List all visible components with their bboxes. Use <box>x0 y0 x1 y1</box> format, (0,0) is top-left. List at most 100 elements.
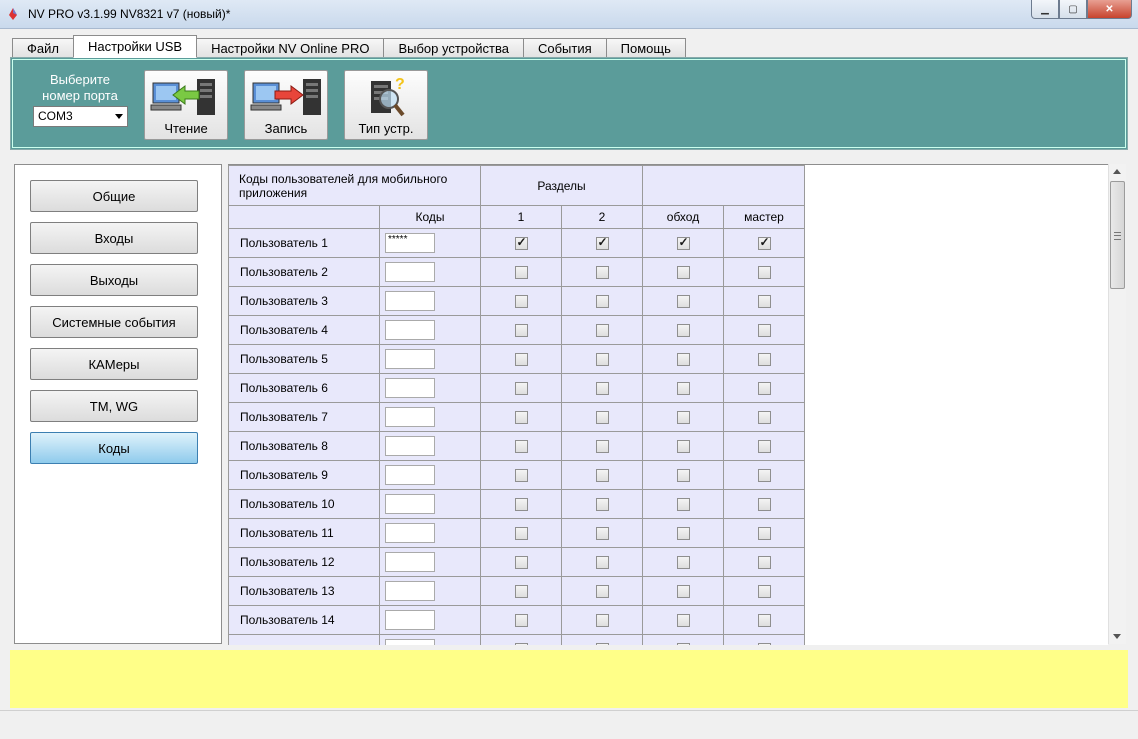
tab-device-select[interactable]: Выбор устройства <box>383 38 524 58</box>
nav-codes-button[interactable]: Коды <box>30 432 198 464</box>
section-2-checkbox[interactable] <box>595 352 609 366</box>
section-1-checkbox[interactable] <box>514 526 528 540</box>
code-input[interactable] <box>385 581 435 601</box>
bypass-checkbox[interactable] <box>676 584 690 598</box>
master-checkbox[interactable] <box>757 642 771 645</box>
master-checkbox[interactable] <box>757 468 771 482</box>
scroll-thumb[interactable] <box>1110 181 1125 289</box>
section-1-checkbox[interactable] <box>514 584 528 598</box>
write-button[interactable]: Запись <box>244 70 328 140</box>
section-1-checkbox[interactable] <box>514 235 528 250</box>
tab-nv-online-settings[interactable]: Настройки NV Online PRO <box>196 38 385 58</box>
section-2-checkbox[interactable] <box>595 584 609 598</box>
code-input[interactable] <box>385 552 435 572</box>
master-checkbox[interactable] <box>757 613 771 627</box>
code-input[interactable] <box>385 262 435 282</box>
master-checkbox[interactable] <box>757 584 771 598</box>
section-1-checkbox[interactable] <box>514 497 528 511</box>
bypass-checkbox[interactable] <box>676 468 690 482</box>
section-2-checkbox[interactable] <box>595 235 609 250</box>
section-2-checkbox[interactable] <box>595 294 609 308</box>
code-input[interactable] <box>385 494 435 514</box>
master-checkbox[interactable] <box>757 439 771 453</box>
section-2-checkbox[interactable] <box>595 468 609 482</box>
close-button[interactable]: ✕ <box>1087 0 1132 19</box>
read-button[interactable]: Чтение <box>144 70 228 140</box>
code-input[interactable] <box>385 320 435 340</box>
bypass-checkbox[interactable] <box>676 410 690 424</box>
bypass-checkbox[interactable] <box>676 497 690 511</box>
section-2-checkbox[interactable] <box>595 410 609 424</box>
nav-inputs-button[interactable]: Входы <box>30 222 198 254</box>
bypass-checkbox[interactable] <box>676 526 690 540</box>
bypass-checkbox[interactable] <box>676 613 690 627</box>
section-2-checkbox[interactable] <box>595 642 609 645</box>
bypass-checkbox[interactable] <box>676 294 690 308</box>
code-input[interactable] <box>385 639 435 645</box>
section-1-checkbox[interactable] <box>514 410 528 424</box>
bypass-checkbox[interactable] <box>676 381 690 395</box>
section-2-checkbox[interactable] <box>595 323 609 337</box>
section-1-checkbox[interactable] <box>514 352 528 366</box>
master-checkbox[interactable] <box>757 235 771 250</box>
section-1-checkbox[interactable] <box>514 555 528 569</box>
section-2-checkbox[interactable] <box>595 439 609 453</box>
device-type-button[interactable]: ? Тип устр. <box>344 70 428 140</box>
master-checkbox[interactable] <box>757 410 771 424</box>
section-2-checkbox[interactable] <box>595 526 609 540</box>
section-1-checkbox[interactable] <box>514 265 528 279</box>
tab-usb-settings[interactable]: Настройки USB <box>72 35 198 58</box>
maximize-button[interactable]: ▢ <box>1059 0 1087 19</box>
code-input[interactable] <box>385 465 435 485</box>
master-checkbox[interactable] <box>757 555 771 569</box>
master-checkbox[interactable] <box>757 381 771 395</box>
section-1-checkbox[interactable] <box>514 323 528 337</box>
code-input[interactable] <box>385 349 435 369</box>
bypass-checkbox[interactable] <box>676 265 690 279</box>
nav-outputs-button[interactable]: Выходы <box>30 264 198 296</box>
minimize-button[interactable]: ▁ <box>1031 0 1059 19</box>
section-1-checkbox[interactable] <box>514 613 528 627</box>
master-checkbox[interactable] <box>757 497 771 511</box>
master-checkbox[interactable] <box>757 323 771 337</box>
section-1-checkbox[interactable] <box>514 294 528 308</box>
scroll-down-arrow-icon[interactable] <box>1113 634 1121 639</box>
master-checkbox[interactable] <box>757 294 771 308</box>
tab-file[interactable]: Файл <box>12 38 74 58</box>
bypass-checkbox[interactable] <box>676 235 690 250</box>
section-2-checkbox[interactable] <box>595 265 609 279</box>
code-input[interactable] <box>385 436 435 456</box>
section-1-checkbox[interactable] <box>514 468 528 482</box>
bypass-checkbox[interactable] <box>676 323 690 337</box>
code-input[interactable] <box>385 610 435 630</box>
tab-events[interactable]: События <box>522 38 607 58</box>
bypass-checkbox[interactable] <box>676 352 690 366</box>
nav-cameras-button[interactable]: КАМеры <box>30 348 198 380</box>
master-checkbox[interactable] <box>757 265 771 279</box>
code-input[interactable]: ***** <box>385 233 435 253</box>
bypass-checkbox[interactable] <box>676 555 690 569</box>
code-input[interactable] <box>385 523 435 543</box>
nav-tm-wg-button[interactable]: TM, WG <box>30 390 198 422</box>
nav-system-events-button[interactable]: Системные события <box>30 306 198 338</box>
section-2-checkbox[interactable] <box>595 613 609 627</box>
bypass-checkbox[interactable] <box>676 439 690 453</box>
tab-help[interactable]: Помощь <box>605 38 686 58</box>
section-2-checkbox[interactable] <box>595 497 609 511</box>
code-input[interactable] <box>385 291 435 311</box>
port-select[interactable]: COM3 <box>33 106 128 127</box>
master-checkbox[interactable] <box>757 526 771 540</box>
code-input[interactable] <box>385 378 435 398</box>
section-2-checkbox[interactable] <box>595 555 609 569</box>
section-1-checkbox[interactable] <box>514 439 528 453</box>
master-checkbox[interactable] <box>757 352 771 366</box>
section-2-checkbox[interactable] <box>595 381 609 395</box>
nav-general-button[interactable]: Общие <box>30 180 198 212</box>
section-1-checkbox[interactable] <box>514 642 528 645</box>
code-cell <box>379 547 481 577</box>
section-1-checkbox[interactable] <box>514 381 528 395</box>
code-input[interactable] <box>385 407 435 427</box>
bypass-checkbox[interactable] <box>676 642 690 645</box>
scroll-up-arrow-icon[interactable] <box>1113 169 1121 174</box>
grid-scrollbar[interactable] <box>1108 164 1126 644</box>
